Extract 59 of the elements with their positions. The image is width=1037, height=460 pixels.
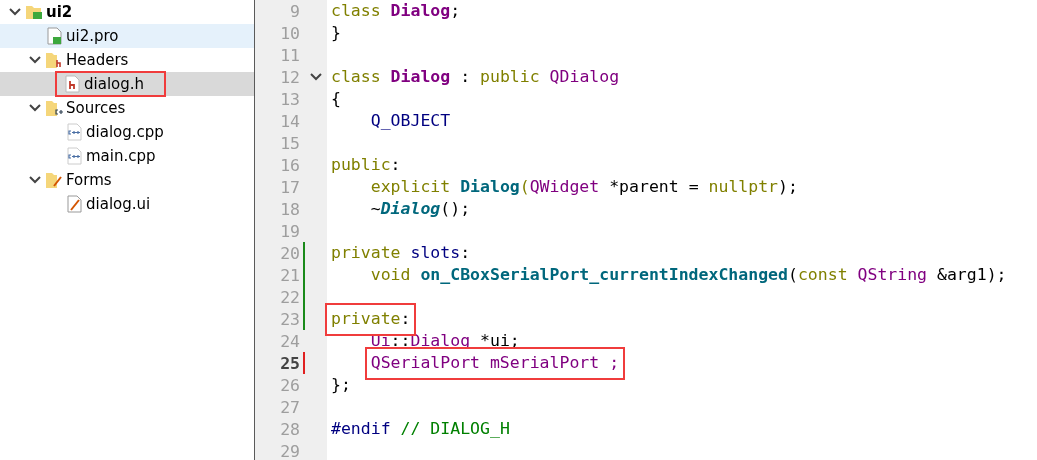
line-number: 24 — [279, 331, 300, 351]
code-line: } — [330, 22, 341, 44]
line-number: 29 — [279, 441, 300, 460]
collapse-icon[interactable] — [9, 8, 21, 16]
line-number: 27 — [279, 397, 300, 417]
highlight-frame: QSerialPort mSerialPort ; — [364, 347, 626, 380]
line-number: 25 — [279, 353, 300, 373]
line-number: 23 — [279, 309, 300, 329]
code-line: public: — [330, 154, 401, 176]
line-number: 9 — [289, 1, 300, 21]
collapse-icon[interactable] — [29, 104, 41, 112]
code-line: explicit Dialog(QWidget *parent = nullptr); — [369, 176, 798, 198]
tree-item[interactable]: dialog.h — [0, 72, 254, 96]
source-file-icon — [65, 123, 83, 141]
tree-item[interactable]: Headers — [0, 48, 254, 72]
collapse-icon[interactable] — [29, 176, 41, 184]
code-line: class Dialog; — [330, 0, 461, 22]
line-number: 18 — [279, 199, 300, 219]
line-number: 19 — [279, 221, 300, 241]
line-number: 16 — [279, 155, 300, 175]
line-number: 10 — [279, 23, 300, 43]
folder-icon — [45, 99, 63, 117]
tree-item[interactable]: main.cpp — [0, 144, 254, 168]
code-line: #endif // DIALOG_H — [330, 418, 510, 440]
code-line: }; — [330, 374, 351, 396]
project-folder-icon — [25, 3, 43, 21]
code-line: private slots: — [330, 242, 471, 264]
tree-item[interactable]: Forms — [0, 168, 254, 192]
line-number: 12 — [279, 67, 300, 87]
line-number: 20 — [279, 243, 300, 263]
form-file-icon — [65, 195, 83, 213]
tree-item[interactable]: dialog.cpp — [0, 120, 254, 144]
file-name: dialog.h — [84, 75, 145, 93]
line-number: 13 — [279, 89, 300, 109]
line-number: 22 — [279, 287, 300, 307]
project-file-icon — [45, 27, 63, 45]
line-number: 15 — [279, 133, 300, 153]
line-number: 28 — [279, 419, 300, 439]
source-file-icon — [65, 147, 83, 165]
line-number: 26 — [279, 375, 300, 395]
header-file-icon — [63, 75, 81, 93]
code-line: class Dialog : public QDialog — [330, 66, 620, 88]
tree-item[interactable]: dialog.ui — [0, 192, 254, 216]
line-number: 11 — [279, 45, 300, 65]
code-line: void on_CBoxSerialPort_currentIndexChanged(const QString &arg1); — [369, 264, 1007, 286]
folder-icon — [45, 171, 63, 189]
code-line: ~Dialog(); — [369, 198, 471, 220]
code-line: Q_OBJECT — [369, 110, 451, 132]
line-number: 17 — [279, 177, 300, 197]
folder-icon — [45, 51, 63, 69]
line-number: 21 — [279, 265, 300, 285]
tree-item[interactable]: Sources — [0, 96, 254, 120]
line-number: 14 — [279, 111, 300, 131]
code-line: { — [330, 88, 341, 110]
highlight-frame: private: — [325, 303, 417, 336]
tree-item[interactable]: ui2.pro — [0, 24, 254, 48]
collapse-icon[interactable] — [29, 56, 41, 64]
tree-item[interactable]: ui2 — [0, 0, 254, 24]
fold-icon[interactable] — [310, 73, 322, 81]
